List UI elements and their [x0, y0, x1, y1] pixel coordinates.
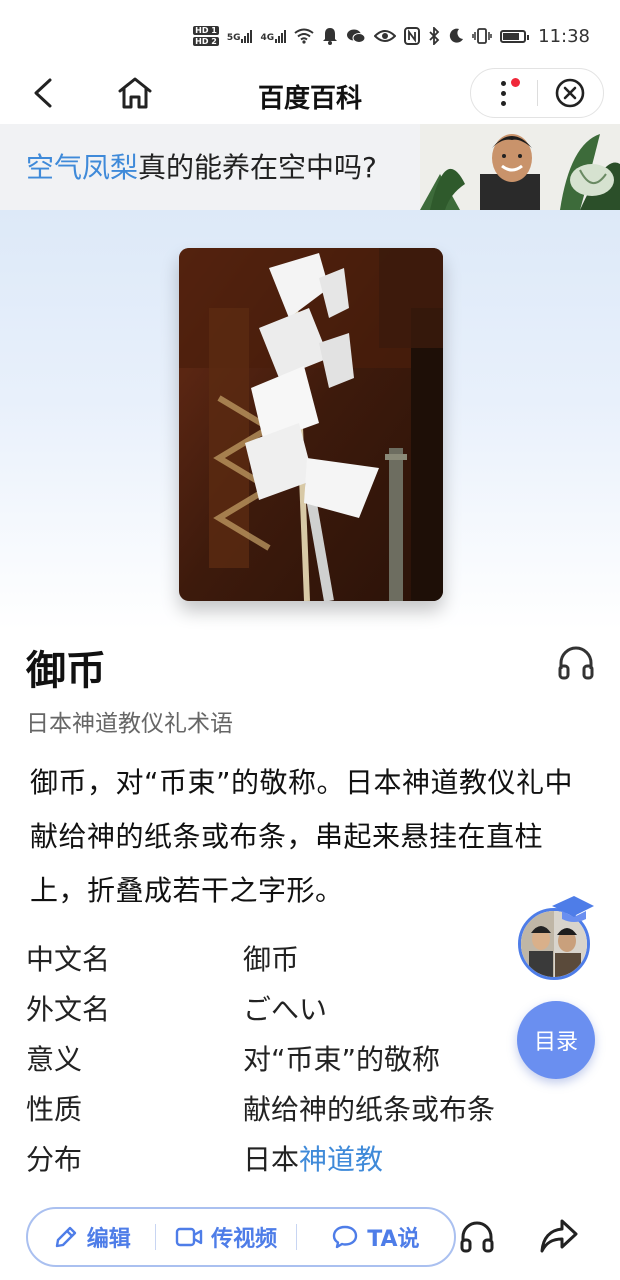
hd1-label: HD 1 [193, 26, 219, 35]
page: HD 1 HD 2 5G 4G 11:38 百度百科 空气凤梨真的能养在空中吗?… [0, 0, 620, 1280]
info-row: 意义 对“币束”的敬称 [26, 1038, 546, 1088]
video-camera-icon [175, 1227, 203, 1247]
banner-highlight: 空气凤梨 [26, 151, 139, 184]
info-value: 御币 [243, 943, 300, 976]
hero-section [0, 210, 620, 630]
chat-bubble-icon [333, 1225, 358, 1249]
status-bar: HD 1 HD 2 5G 4G 11:38 [0, 0, 620, 70]
info-key: 中文名 [26, 943, 111, 976]
signal-bars-icon [275, 29, 287, 43]
info-value: ごへい [243, 993, 328, 1026]
banner-rest: 真的能养在空中吗? [138, 151, 377, 184]
close-icon [555, 78, 585, 108]
info-key: 意义 [26, 1043, 83, 1076]
info-key: 性质 [26, 1093, 83, 1126]
entry-image[interactable] [179, 248, 443, 601]
signal-4g: 4G [260, 29, 287, 43]
toc-button[interactable]: 目录 [517, 1001, 595, 1079]
info-row: 性质 献给神的纸条或布条 [26, 1088, 546, 1138]
hd2-label: HD 2 [193, 37, 219, 46]
info-row: 分布 日本神道教 [26, 1138, 546, 1188]
status-icons: HD 1 HD 2 5G 4G 11:38 [193, 22, 590, 50]
nfc-icon [404, 27, 421, 45]
more-button[interactable] [471, 69, 537, 117]
notification-dot [511, 78, 520, 87]
ta-say-button[interactable]: TA说 [297, 1209, 454, 1265]
entry-subtitle: 日本神道教仪礼术语 [26, 711, 233, 737]
headphones-icon[interactable] [458, 1218, 496, 1256]
mini-program-capsule [470, 68, 604, 118]
moon-icon [449, 28, 464, 43]
upload-video-button[interactable]: 传视频 [156, 1209, 295, 1265]
banner-image [420, 124, 620, 210]
status-time: 11:38 [538, 25, 590, 47]
wechat-icon [347, 29, 366, 43]
graduation-cap-icon [552, 896, 594, 922]
shinto-link[interactable]: 神道教 [299, 1143, 383, 1176]
info-row: 外文名 ごへい [26, 988, 546, 1038]
gohei-photo [179, 248, 443, 601]
promo-banner[interactable]: 空气凤梨真的能养在空中吗? [0, 124, 620, 210]
bluetooth-icon [429, 27, 440, 45]
share-icon[interactable] [538, 1216, 580, 1256]
pencil-icon [55, 1226, 76, 1248]
info-value: 日本神道教 [243, 1138, 383, 1178]
info-value: 献给神的纸条或布条 [243, 1093, 496, 1126]
headphones-icon[interactable] [556, 643, 596, 683]
edit-label: 编辑 [86, 1227, 131, 1252]
net2-label: 4G [260, 33, 275, 43]
edit-button[interactable]: 编辑 [28, 1209, 155, 1265]
wifi-icon [294, 28, 314, 44]
eye-icon [374, 30, 397, 42]
digital-human-entry[interactable] [518, 896, 594, 980]
signal-5g: 5G [227, 29, 253, 43]
signal-bars-icon [241, 29, 253, 43]
info-value-plain: 日本 [243, 1143, 300, 1176]
vibrate-icon [472, 28, 492, 44]
battery-fill [503, 32, 520, 40]
banner-headline: 空气凤梨真的能养在空中吗? [26, 146, 377, 186]
entry-summary: 御币，对“币束”的敬称。日本神道教仪礼中献给神的纸条或布条，串起来悬挂在直柱上，… [30, 766, 574, 907]
ta-label: TA说 [367, 1227, 420, 1252]
info-key: 外文名 [26, 993, 111, 1026]
more-icon [501, 80, 507, 106]
nav-bar: 百度百科 [0, 62, 620, 124]
bottom-bar: 编辑 传视频 TA说 [0, 1196, 620, 1280]
battery-icon [500, 29, 530, 43]
net1-label: 5G [226, 33, 241, 43]
video-label: 传视频 [211, 1227, 278, 1252]
info-key: 分布 [26, 1143, 83, 1176]
action-pill: 编辑 传视频 TA说 [26, 1207, 456, 1267]
info-value: 对“币束”的敬称 [243, 1043, 441, 1076]
info-row: 中文名 御币 [26, 938, 546, 988]
notification-bell-icon [323, 28, 338, 45]
close-button[interactable] [538, 69, 604, 117]
entry-title: 御币 [26, 648, 106, 694]
hd-indicators: HD 1 HD 2 [193, 25, 219, 47]
